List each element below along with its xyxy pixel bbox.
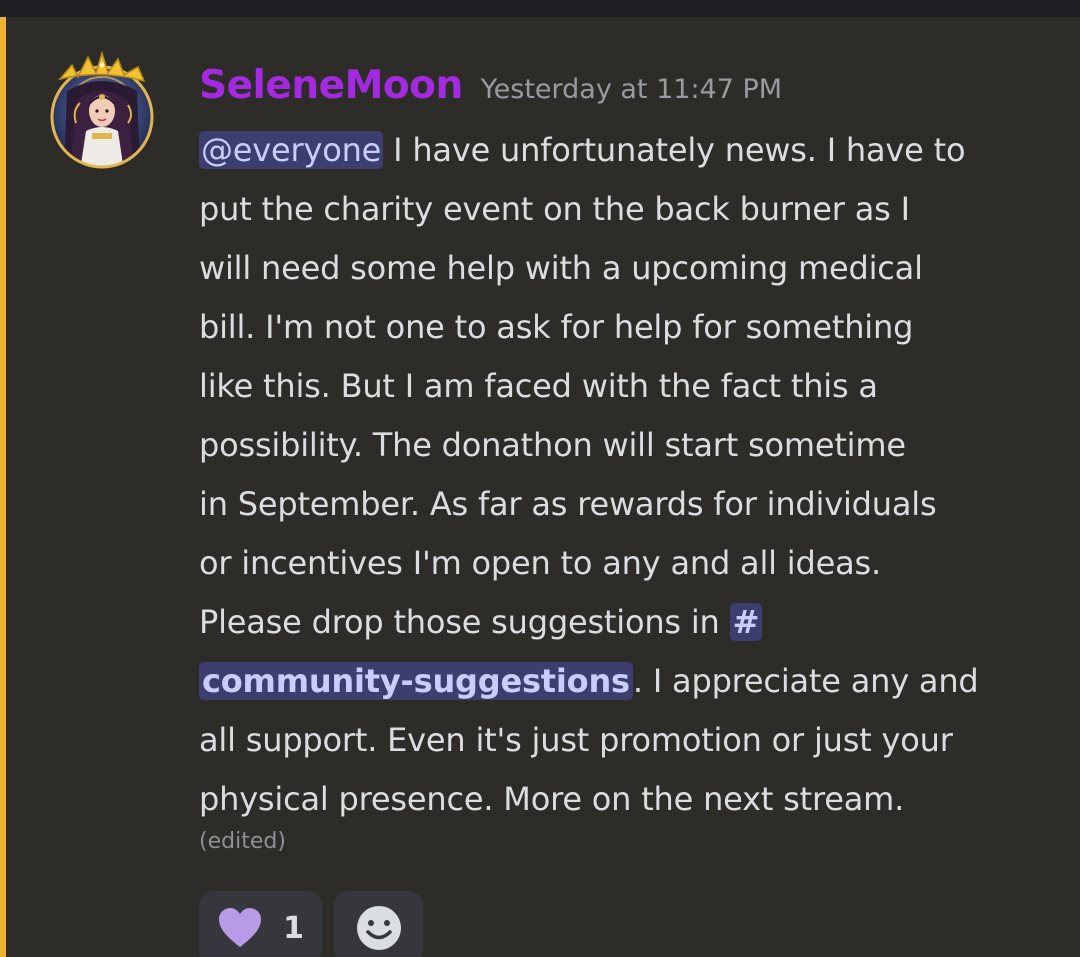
message-line: put the charity event on the back burner… — [199, 190, 910, 228]
message-line: @everyone I have unfortunately news. I h… — [199, 121, 1059, 180]
add-reaction-button[interactable] — [334, 891, 423, 957]
message-line: will need some help with a upcoming medi… — [199, 249, 923, 287]
message-line: physical presence. More on the next stre… — [199, 780, 905, 818]
message-text: . I appreciate any and — [632, 662, 979, 700]
username[interactable]: SeleneMoon — [199, 63, 463, 108]
purple-heart-icon — [219, 908, 261, 947]
timestamp[interactable]: Yesterday at 11:47 PM — [481, 74, 782, 105]
channel-mention-link[interactable]: community-suggestions — [199, 662, 633, 700]
message-line: in September. As far as rewards for indi… — [199, 485, 937, 523]
message-line: community-suggestions. I appreciate any … — [199, 652, 1059, 711]
everyone-mention[interactable]: @everyone — [199, 131, 384, 169]
add-reaction-smiley-icon — [356, 906, 401, 950]
channel-mention-hash[interactable]: # — [729, 603, 763, 641]
message-text: Please drop those suggestions in — [199, 603, 730, 641]
reactions-bar: 1 — [199, 891, 423, 957]
message-line: like this. But I am faced with the fact … — [199, 367, 878, 405]
message-line: or incentives I'm open to any and all id… — [199, 544, 881, 582]
message-header: SeleneMoon Yesterday at 11:47 PM — [199, 63, 782, 108]
chat-message[interactable]: SeleneMoon Yesterday at 11:47 PM @everyon… — [6, 17, 1080, 957]
edited-label: (edited) — [199, 829, 286, 854]
user-avatar[interactable] — [42, 51, 162, 171]
message-line: Please drop those suggestions in # — [199, 593, 1059, 652]
message-line: possibility. The donathon will start som… — [199, 426, 906, 464]
message-line: all support. Even it's just promotion or… — [199, 721, 953, 759]
message-text: I have unfortunately news. I have to — [383, 131, 966, 169]
top-bar — [0, 0, 1080, 17]
message-content: @everyone I have unfortunately news. I h… — [199, 121, 1059, 829]
message-line: bill. I'm not one to ask for help for so… — [199, 308, 914, 346]
heart-reaction-button[interactable]: 1 — [199, 891, 322, 957]
reaction-count: 1 — [283, 910, 304, 946]
